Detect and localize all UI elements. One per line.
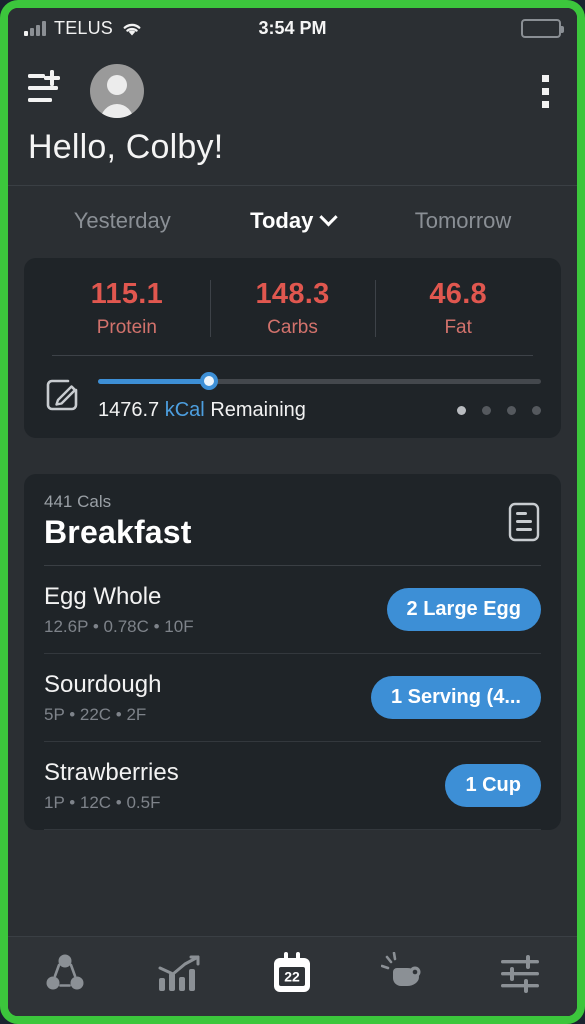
food-info: Sourdough 5P • 22C • 2F [44,671,371,725]
note-document-icon[interactable] [507,502,541,547]
food-info: Strawberries 1P • 12C • 0.5F [44,759,445,813]
meal-calories: 441 Cals [44,492,112,511]
header-top-row [28,62,557,120]
macro-protein-label: Protein [96,317,157,338]
macro-protein-value: 115.1 [90,278,164,310]
share-circles-icon [42,951,88,1002]
calorie-slider[interactable] [98,372,541,390]
bottom-navigation: 22 [8,936,577,1016]
wifi-icon [121,20,143,37]
app-header: Hello, Colby! [8,48,577,186]
food-macros: 12.6P • 0.78C • 10F [44,616,194,636]
food-name: Strawberries [44,758,179,786]
page-title: Hello, Colby! [28,128,224,166]
whistle-icon [380,951,431,1001]
day-yesterday[interactable]: Yesterday [74,208,171,234]
table-row[interactable]: Sourdough 5P • 22C • 2F 1 Serving (4... [44,654,541,742]
calorie-slider-group: 1476.7 kCal Remaining [98,372,541,422]
nav-item-share[interactable] [8,937,122,1016]
page-dot-2[interactable] [482,406,491,415]
calories-remaining-text: 1476.7 kCal Remaining [98,399,306,422]
macro-row: 115.1 Protein 148.3 Carbs 46.8 Fat [44,278,541,355]
avatar[interactable] [90,64,144,118]
macro-fat-label: Fat [444,317,472,338]
serving-pill[interactable]: 1 Serving (4... [370,676,541,719]
signal-bars-icon [24,20,46,36]
day-today[interactable]: Today [250,207,339,234]
meal-header: 441 Cals Breakfast [44,492,541,566]
day-selector: Yesterday Today Tomorrow [8,186,577,258]
device-screen-frame: TELUS 3:54 PM Hello, Colby! Yesterday To… [0,0,585,1024]
nav-item-workout[interactable] [349,937,463,1016]
edit-pencil-icon[interactable] [44,376,82,419]
page-indicator-dots [443,406,541,415]
more-options-icon[interactable] [534,69,557,114]
page-dot-3[interactable] [507,406,516,415]
food-name: Sourdough [44,670,162,698]
nav-item-calendar[interactable]: 22 [236,937,350,1016]
menu-add-icon[interactable] [28,69,68,113]
serving-pill[interactable]: 1 Cup [445,764,541,807]
meal-card-breakfast: 441 Cals Breakfast Egg Whole 12.6P • 0.7… [24,474,561,830]
sliders-settings-icon [497,952,543,1001]
table-row[interactable]: Strawberries 1P • 12C • 0.5F 1 Cup [44,742,541,830]
food-info: Egg Whole 12.6P • 0.78C • 10F [44,583,387,637]
macro-carbs-value: 148.3 [255,278,330,310]
meal-title: Breakfast [44,514,192,550]
calorie-text-row: 1476.7 kCal Remaining [98,399,541,422]
macro-summary-card: 115.1 Protein 148.3 Carbs 46.8 Fat 1476.… [24,258,561,438]
page-dot-1[interactable] [457,406,466,415]
page-dot-4[interactable] [532,406,541,415]
app-root: TELUS 3:54 PM Hello, Colby! Yesterday To… [8,8,577,1016]
macro-divider [52,355,533,356]
calendar-icon: 22 [269,950,315,1003]
macro-protein[interactable]: 115.1 Protein [44,278,210,339]
calorie-row: 1476.7 kCal Remaining [44,372,541,422]
day-tomorrow[interactable]: Tomorrow [415,208,512,234]
calories-suffix: Remaining [210,399,306,421]
meal-header-text: 441 Cals Breakfast [44,492,507,551]
battery-low-icon [521,18,564,38]
main-content: 115.1 Protein 148.3 Carbs 46.8 Fat 1476.… [8,258,577,936]
slider-thumb[interactable] [199,372,218,390]
serving-pill[interactable]: 2 Large Egg [386,588,541,631]
calories-remaining-value: 1476.7 [98,399,160,421]
chevron-down-icon [319,207,339,226]
carrier-label: TELUS [54,17,114,38]
table-row[interactable]: Egg Whole 12.6P • 0.78C • 10F 2 Large Eg… [44,566,541,654]
macro-fat[interactable]: 46.8 Fat [375,278,541,339]
status-bar-right [521,18,564,38]
bar-chart-trend-icon [155,952,203,1001]
calendar-day-number: 22 [285,969,301,985]
status-bar-left: TELUS [24,18,143,39]
macro-carbs[interactable]: 148.3 Carbs [209,278,376,339]
food-name: Egg Whole [44,582,162,610]
food-macros: 1P • 12C • 0.5F [44,792,161,812]
food-macros: 5P • 22C • 2F [44,704,147,724]
slider-fill [98,378,209,384]
calories-unit: kCal [164,399,205,421]
nav-item-settings[interactable] [463,937,577,1016]
macro-fat-value: 46.8 [429,278,487,310]
macro-carbs-label: Carbs [267,317,318,338]
nav-item-stats[interactable] [122,937,236,1016]
day-today-label: Today [250,208,314,233]
status-bar: TELUS 3:54 PM [8,8,577,48]
